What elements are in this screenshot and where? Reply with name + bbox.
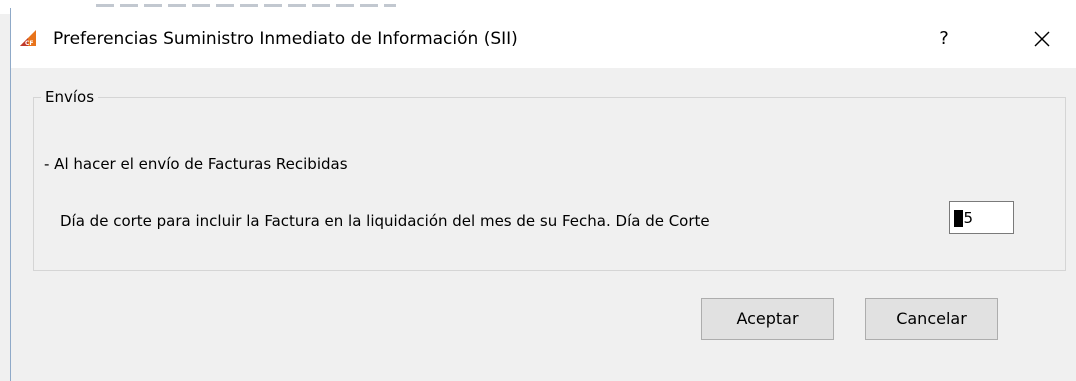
received-invoices-label: - Al hacer el envío de Facturas Recibida… (44, 155, 348, 173)
envios-groupbox (33, 97, 1066, 271)
svg-text:CF: CF (25, 40, 34, 47)
cancel-button[interactable]: Cancelar (865, 298, 998, 340)
preferences-dialog: CF Preferencias Suministro Inmediato de … (10, 8, 1076, 381)
help-button[interactable]: ? (931, 26, 957, 52)
dialog-titlebar[interactable]: CF Preferencias Suministro Inmediato de … (11, 8, 1076, 68)
envios-group-legend: Envíos (41, 88, 99, 106)
background-window-ghost (96, 4, 396, 7)
dialog-title: Preferencias Suministro Inmediato de Inf… (53, 29, 518, 49)
close-icon[interactable] (1027, 24, 1057, 54)
cutoff-day-input[interactable]: 15 (949, 201, 1014, 234)
text-caret (954, 210, 963, 227)
cf-app-icon: CF (20, 30, 36, 47)
accept-button[interactable]: Aceptar (701, 298, 834, 340)
cutoff-day-label: Día de corte para incluir la Factura en … (60, 212, 710, 230)
